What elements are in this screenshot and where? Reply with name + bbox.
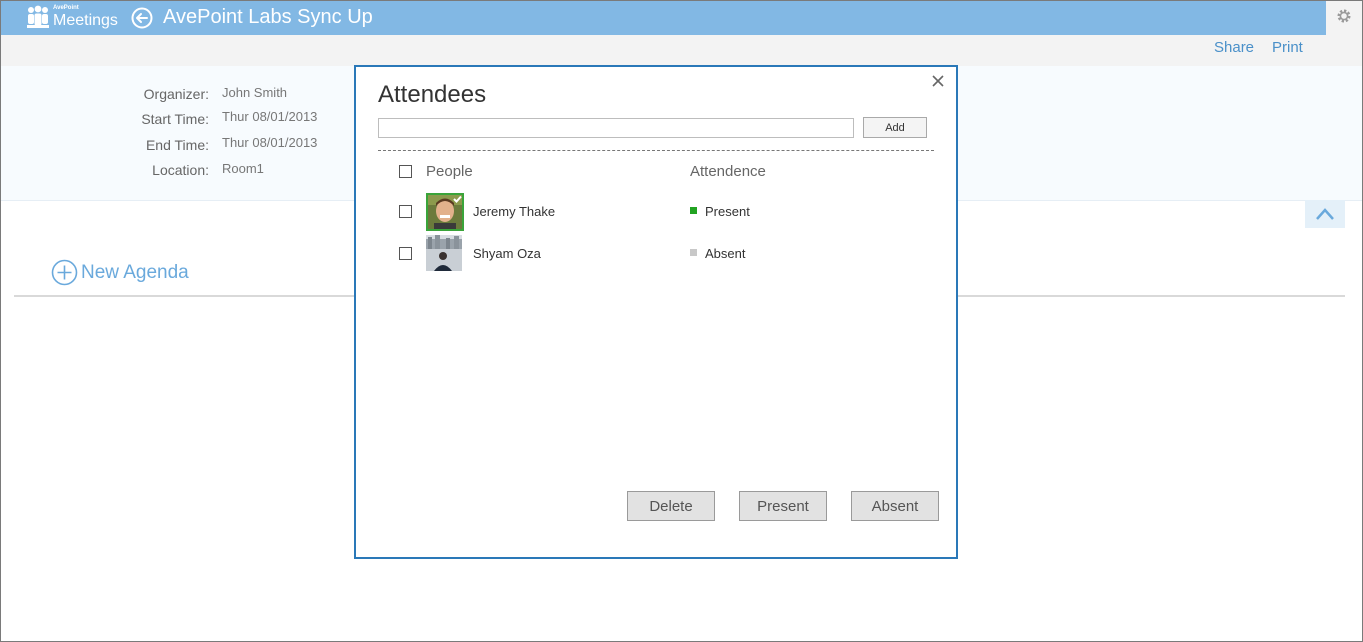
share-link[interactable]: Share [1214, 39, 1254, 56]
organizer-label: Organizer: [143, 86, 209, 102]
end-time-label: End Time: [145, 137, 209, 153]
print-link[interactable]: Print [1272, 39, 1303, 56]
attendee-checkbox[interactable] [399, 205, 412, 218]
app-name: Meetings [53, 12, 118, 29]
attendee-checkbox[interactable] [399, 247, 412, 260]
gear-icon [1337, 9, 1351, 23]
attendee-status: Absent [705, 246, 746, 261]
back-arrow-icon[interactable] [131, 7, 153, 29]
dialog-title: Attendees [378, 81, 487, 108]
avatar [426, 235, 462, 271]
attendee-name: Jeremy Thake [473, 204, 556, 219]
chevron-up-icon [1316, 208, 1334, 220]
location-value: Room1 [222, 161, 264, 176]
people-column-header: People [426, 163, 473, 180]
app-header: AvePoint Meetings AvePoint Labs Sync Up [1, 1, 1326, 35]
end-time-value: Thur 08/01/2013 [222, 135, 318, 150]
attendees-dialog: Attendees Add People Attendence Jeremy T… [354, 65, 958, 559]
new-agenda-label: New Agenda [81, 262, 189, 283]
avatar [426, 193, 464, 231]
start-time-value: Thur 08/01/2013 [222, 109, 318, 124]
attendee-status: Present [705, 204, 750, 219]
attendance-column-header: Attendence [690, 163, 766, 180]
select-all-checkbox[interactable] [399, 165, 412, 178]
collapse-button[interactable] [1305, 200, 1345, 228]
app-logo[interactable]: AvePoint Meetings [25, 3, 125, 33]
organizer-value: John Smith [222, 85, 288, 100]
people-icon [27, 5, 49, 28]
close-icon[interactable] [930, 73, 946, 89]
delete-button[interactable]: Delete [627, 491, 715, 521]
location-label: Location: [152, 162, 209, 178]
attendee-name: Shyam Oza [473, 246, 541, 261]
start-time-label: Start Time: [141, 111, 209, 127]
add-attendee-input[interactable] [378, 118, 854, 138]
toolbar: Share Print [1, 35, 1362, 66]
settings-button[interactable] [1326, 1, 1362, 35]
brand-text: AvePoint [53, 5, 79, 11]
meeting-title: AvePoint Labs Sync Up [163, 6, 373, 28]
present-button[interactable]: Present [739, 491, 827, 521]
present-status-icon [690, 207, 697, 214]
plus-circle-icon [51, 259, 78, 286]
absent-status-icon [690, 249, 697, 256]
dashed-separator [378, 150, 934, 151]
absent-button[interactable]: Absent [851, 491, 939, 521]
add-button[interactable]: Add [863, 117, 927, 138]
